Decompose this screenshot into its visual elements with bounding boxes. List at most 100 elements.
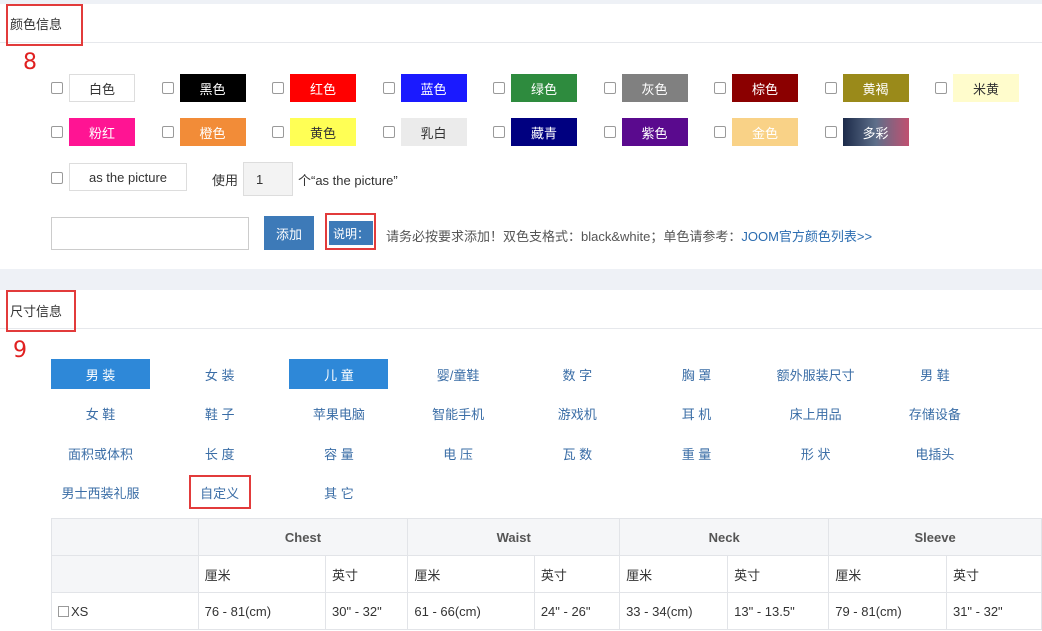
color-swatch[interactable]: 橙色 [179,118,246,146]
unit-cell: 英寸 [325,555,409,593]
color-swatch[interactable]: 灰色 [621,74,688,102]
color-swatch[interactable]: 黄褐 [842,74,909,102]
color-checkbox[interactable] [603,82,616,94]
size-category-tab[interactable]: 苹果电脑 [289,399,388,429]
as-picture-checkbox[interactable] [51,172,63,184]
size-category-tab[interactable]: 男士西装礼服 [51,478,150,508]
color-checkbox[interactable] [824,126,837,138]
size-category-tab[interactable]: 电 压 [409,438,508,468]
color-checkbox[interactable] [272,82,284,94]
step-number: 9 [13,338,27,363]
color-checkbox[interactable] [382,126,395,138]
color-checkbox[interactable] [161,82,174,94]
color-swatch[interactable]: 绿色 [511,74,577,102]
highlight-box [6,4,83,46]
size-category-tab[interactable]: 鞋 子 [170,399,269,429]
size-category-tab[interactable]: 女 鞋 [51,399,150,429]
note-text: 请务必按要求添加！双色支格式：black&white；单色请参考：JOOM官方颜… [386,226,872,245]
color-swatch[interactable]: 紫色 [621,118,688,146]
custom-color-input[interactable] [51,217,249,250]
size-category-tab[interactable]: 额外服装尺寸 [766,359,865,389]
as-picture-chip[interactable]: as the picture [69,163,187,191]
size-category-tab[interactable]: 男 装 [51,359,150,389]
size-cell: XS [51,592,199,630]
color-swatch[interactable]: 多彩 [842,118,909,146]
color-checkbox[interactable] [493,82,505,94]
color-checkbox[interactable] [382,82,395,94]
size-category-tab[interactable]: 数 字 [528,359,627,389]
size-header [51,518,199,556]
color-swatch[interactable]: 金色 [732,118,798,146]
table-row: XS 76 - 81(cm) 30" - 32" 61 - 66(cm) 24"… [51,592,1042,630]
use-count-input[interactable]: 1 [243,162,293,196]
size-category-tab[interactable]: 儿 童 [289,359,389,389]
color-checkbox[interactable] [161,126,174,138]
value-cell[interactable]: 13" - 13.5" [727,592,830,630]
color-info-panel: 颜色信息 8 白色 黑色 红色 蓝色 绿色 灰色 棕色 黄褐 米黄 粉红 橙色 黄色 乳白 藏青 紫色 金色多… [0,4,1042,269]
color-swatch[interactable]: 白色 [69,74,135,102]
color-swatch[interactable]: 米黄 [953,74,1019,102]
color-swatch[interactable]: 棕色 [732,74,798,102]
size-category-tab[interactable]: 婴/童鞋 [409,359,508,389]
color-checkbox[interactable] [714,126,726,138]
size-category-tab[interactable]: 智能手机 [409,399,508,429]
note-text-body: 请务必按要求添加！双色支格式：black&white；单色请参考： [386,229,742,244]
size-category-tab[interactable]: 耳 机 [647,399,746,429]
highlight-box [325,213,376,250]
size-category-tab[interactable]: 存储设备 [885,399,984,429]
value-cell[interactable]: 24" - 26" [533,592,621,630]
joom-color-list-link[interactable]: JOOM官方颜色列表>> [741,229,872,244]
value-cell[interactable]: 33 - 34(cm) [619,592,729,630]
unit-cell: 英寸 [727,555,830,593]
divider [0,328,1042,329]
color-checkbox[interactable] [272,126,284,138]
size-category-tab[interactable]: 电插头 [885,438,984,468]
color-swatch[interactable]: 蓝色 [400,74,467,102]
highlight-box [6,290,76,332]
color-swatch[interactable]: 乳白 [400,118,467,146]
size-category-tab[interactable]: 面积或体积 [51,438,150,468]
value-cell[interactable]: 79 - 81(cm) [828,592,947,630]
size-table: Chest Waist Neck Sleeve 厘米 英寸 厘米 英寸 厘米 英… [51,518,1042,630]
value-cell[interactable]: 30" - 32" [325,592,409,630]
color-checkbox[interactable] [51,126,63,138]
color-swatch[interactable]: 粉红 [69,118,135,146]
unit-cell: 英寸 [945,555,1042,593]
color-swatch[interactable]: 黄色 [290,118,356,146]
unit-cell: 厘米 [407,555,535,593]
color-checkbox[interactable] [493,126,505,138]
size-row-checkbox[interactable] [58,605,69,617]
size-category-tab[interactable]: 容 量 [289,438,388,468]
color-checkbox[interactable] [935,82,947,94]
color-checkbox[interactable] [714,82,726,94]
highlight-box [189,475,251,509]
size-category-tab[interactable]: 床上用品 [766,399,865,429]
step-number: 8 [23,50,37,75]
unit-row: 厘米 英寸 厘米 英寸 厘米 英寸 厘米 英寸 [51,555,1042,593]
color-swatch[interactable]: 藏青 [511,118,577,146]
size-category-tab[interactable]: 形 状 [766,438,865,468]
value-cell[interactable]: 61 - 66(cm) [407,592,535,630]
unit-suffix: 个“as the picture” [298,173,398,188]
size-category-tab[interactable]: 长 度 [170,438,269,468]
size-category-tab[interactable]: 重 量 [647,438,746,468]
size-category-tab[interactable]: 女 装 [170,359,269,389]
add-button[interactable]: 添加 [264,216,314,250]
size-category-tab[interactable]: 胸 罩 [647,359,746,389]
value-cell[interactable]: 31" - 32" [945,592,1042,630]
value-cell[interactable]: 76 - 81(cm) [197,592,327,630]
color-swatch[interactable]: 黑色 [179,74,246,102]
size-category-tab[interactable]: 男 鞋 [885,359,984,389]
color-checkbox[interactable] [51,82,63,94]
size-category-tab[interactable]: 游戏机 [528,399,627,429]
divider [0,42,1042,43]
unit-cell: 厘米 [619,555,729,593]
color-checkbox[interactable] [824,82,837,94]
size-category-tab[interactable]: 瓦 数 [528,438,627,468]
column-group-header: Sleeve [828,518,1042,556]
color-checkbox[interactable] [603,126,616,138]
color-swatch[interactable]: 红色 [290,74,356,102]
unit-cell: 厘米 [197,555,327,593]
size-category-tab[interactable]: 其 它 [289,478,388,508]
column-group-header: Waist [407,518,621,556]
